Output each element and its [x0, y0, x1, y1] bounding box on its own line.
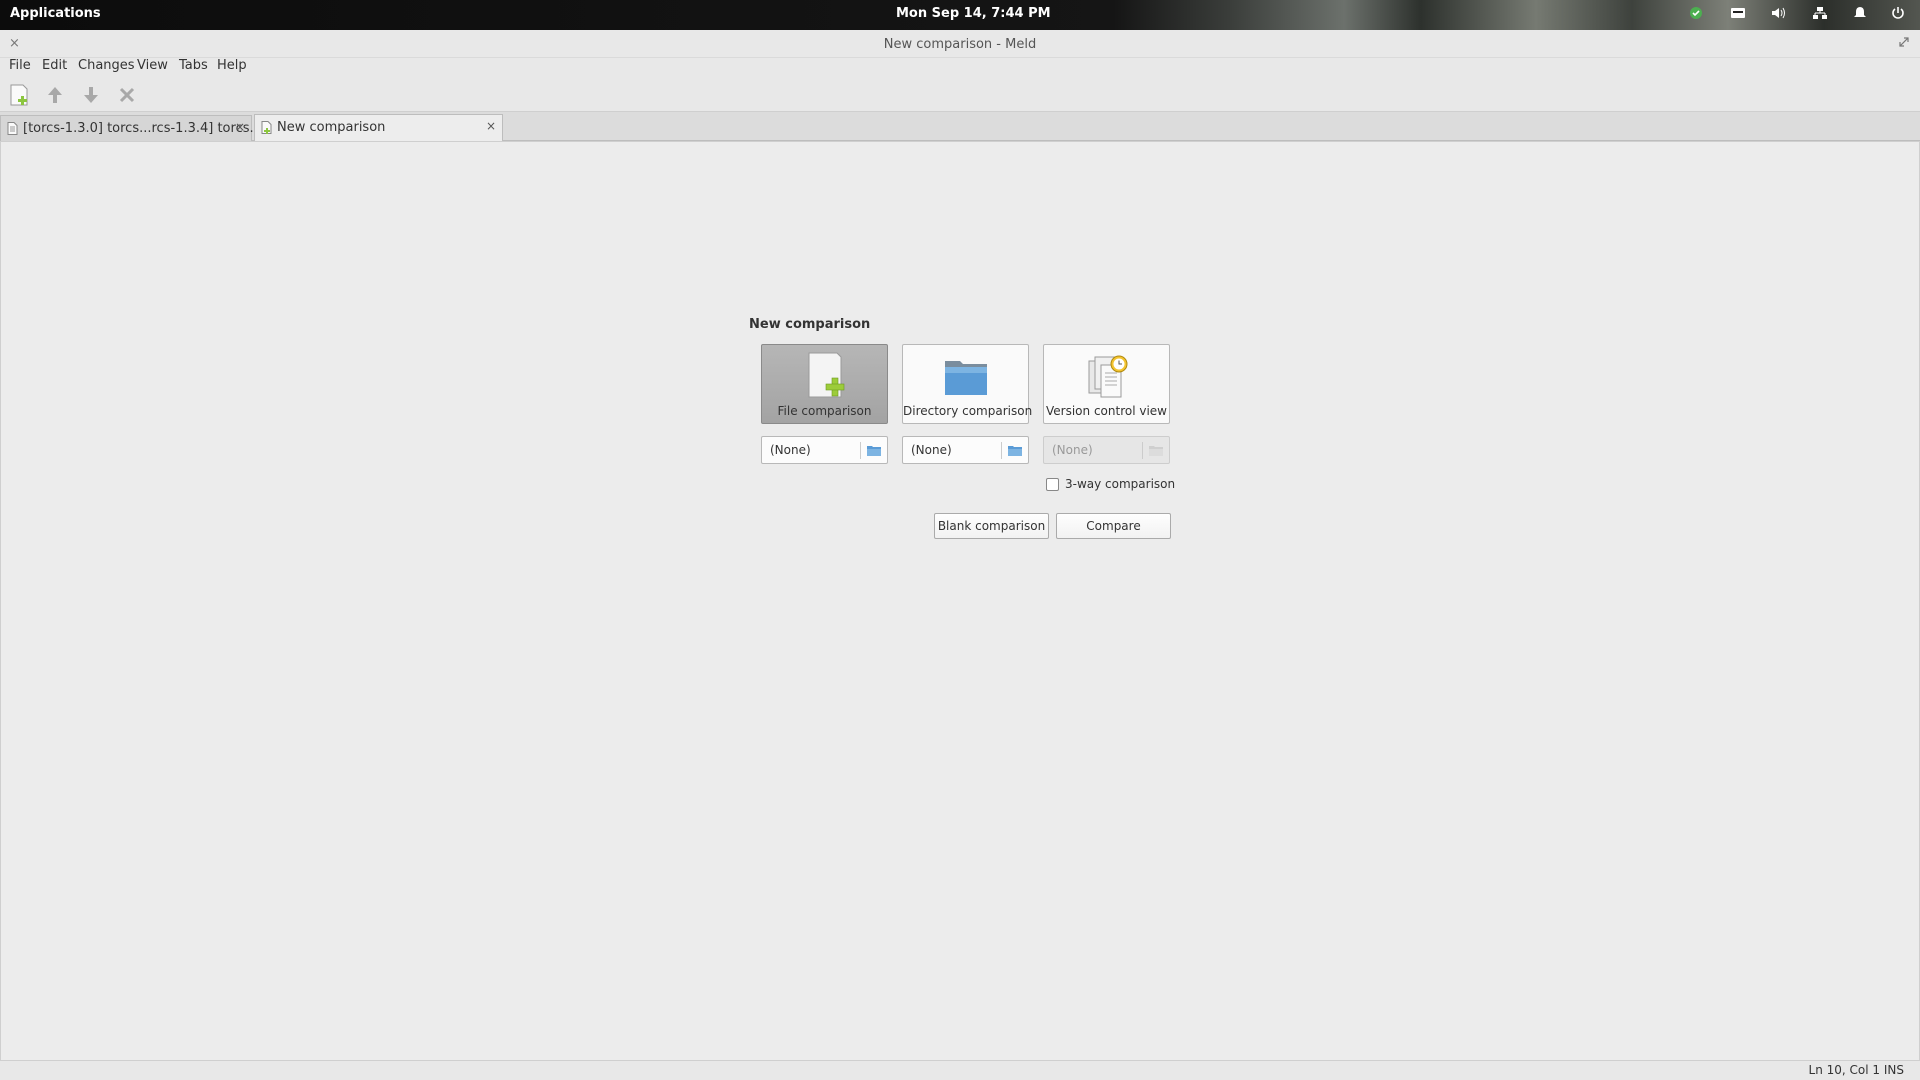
window-titlebar: × New comparison - Meld — [0, 30, 1920, 58]
chooser-separator — [1001, 442, 1002, 459]
stop-icon[interactable] — [116, 84, 138, 106]
network-icon[interactable] — [1812, 6, 1828, 20]
version-control-chooser: (None) — [1043, 436, 1170, 464]
menu-changes[interactable]: Changes — [78, 58, 135, 73]
text-file-icon — [7, 122, 18, 135]
chooser-separator — [860, 442, 861, 459]
file-comparison-button[interactable]: File comparison — [761, 344, 888, 424]
tab-new-comparison[interactable]: New comparison × — [254, 114, 503, 142]
version-control-view-label: Version control view — [1046, 404, 1167, 418]
version-control-view-button[interactable]: Version control view — [1043, 344, 1170, 424]
status-bar: Ln 10, Col 1 INS — [0, 1061, 1920, 1080]
blank-comparison-button[interactable]: Blank comparison — [934, 513, 1049, 539]
directory-chooser-value: (None) — [911, 443, 952, 457]
menu-help[interactable]: Help — [217, 58, 247, 73]
chat-icon[interactable] — [1688, 6, 1704, 20]
system-clock[interactable]: Mon Sep 14, 7:44 PM — [896, 6, 1051, 21]
toolbar — [0, 74, 1920, 112]
system-top-panel: Applications Mon Sep 14, 7:44 PM — [0, 0, 1920, 30]
tab-close-button[interactable]: × — [486, 119, 496, 133]
file-chooser-value: (None) — [770, 443, 811, 457]
tab-label: [torcs-1.3.0] torcs...rcs-1.3.4] torcs.i… — [23, 121, 266, 136]
cursor-position-status: Ln 10, Col 1 INS — [1808, 1063, 1904, 1077]
directory-chooser[interactable]: (None) — [902, 436, 1029, 464]
new-file-icon — [808, 352, 845, 398]
tab-bar: [torcs-1.3.0] torcs...rcs-1.3.4] torcs.i… — [0, 112, 1920, 142]
folder-icon — [945, 361, 987, 395]
version-control-chooser-value: (None) — [1052, 443, 1093, 457]
directory-comparison-label: Directory comparison — [903, 404, 1033, 418]
page-title: New comparison — [749, 317, 871, 332]
tab-close-button[interactable]: × — [235, 120, 245, 134]
folder-icon[interactable] — [866, 444, 882, 457]
three-way-checkbox[interactable] — [1046, 478, 1059, 491]
menu-edit[interactable]: Edit — [42, 58, 67, 73]
previous-change-icon[interactable] — [44, 84, 66, 106]
new-comparison-icon[interactable] — [8, 84, 30, 106]
new-comparison-pane: New comparison File comparison Directory… — [0, 141, 1920, 1061]
window-title: New comparison - Meld — [883, 37, 1037, 52]
tab-torcs-diff[interactable]: [torcs-1.3.0] torcs...rcs-1.3.4] torcs.i… — [0, 115, 265, 141]
compare-button[interactable]: Compare — [1056, 513, 1171, 539]
applications-menu[interactable]: Applications — [10, 6, 101, 21]
notifications-icon[interactable] — [1852, 6, 1868, 20]
file-chooser[interactable]: (None) — [761, 436, 888, 464]
menu-view[interactable]: View — [137, 58, 168, 73]
version-control-icon — [1088, 355, 1128, 398]
menu-bar: File Edit Changes View Tabs Help — [0, 58, 1920, 74]
menu-file[interactable]: File — [9, 58, 31, 73]
tab-label: New comparison — [277, 120, 386, 135]
menu-tabs[interactable]: Tabs — [179, 58, 208, 73]
folder-icon — [1149, 446, 1163, 456]
maximize-icon[interactable] — [1898, 36, 1910, 48]
next-change-icon[interactable] — [80, 84, 102, 106]
file-comparison-label: File comparison — [777, 404, 872, 418]
directory-comparison-button[interactable]: Directory comparison — [902, 344, 1033, 424]
new-comparison-tab-icon — [261, 121, 272, 134]
volume-icon[interactable] — [1771, 6, 1787, 20]
power-icon[interactable] — [1890, 6, 1906, 20]
chooser-separator — [1142, 442, 1143, 459]
folder-icon[interactable] — [1007, 444, 1023, 457]
keyboard-icon[interactable] — [1730, 6, 1746, 20]
three-way-label[interactable]: 3-way comparison — [1065, 477, 1175, 491]
